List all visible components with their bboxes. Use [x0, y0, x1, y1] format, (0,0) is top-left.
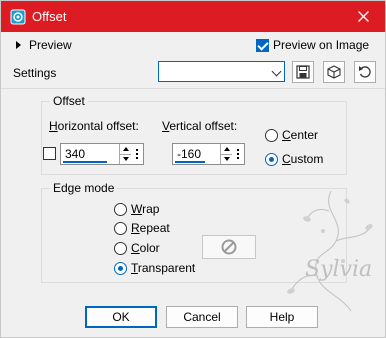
radio-selected-icon[interactable] [265, 152, 278, 166]
settings-combo[interactable] [158, 61, 285, 82]
offset-dialog: Offset Preview Preview on Image Settings [0, 0, 386, 338]
link-offsets-checkbox[interactable] [43, 147, 56, 160]
edge-mode-wrap-radio[interactable]: Wrap [114, 202, 159, 216]
arrow-down-icon [223, 157, 230, 162]
wrap-label: Wrap [131, 202, 160, 216]
manage-presets-button[interactable] [323, 61, 345, 83]
preview-on-image-checkbox[interactable]: Preview on Image [256, 37, 369, 53]
radio-unselected-icon[interactable] [114, 202, 127, 216]
vertical-offset-label: Vertical offset: [162, 119, 238, 133]
radio-unselected-icon[interactable] [265, 128, 278, 142]
close-button[interactable] [341, 1, 385, 32]
window-title: Offset [32, 9, 67, 24]
cube-icon [327, 65, 341, 79]
horizontal-offset-arrows[interactable] [119, 144, 131, 164]
edge-color-swatch[interactable] [202, 235, 256, 259]
save-preset-button[interactable] [292, 61, 314, 83]
floppy-disk-icon [296, 65, 310, 79]
horizontal-offset-slider-button[interactable] [132, 144, 142, 164]
title-bar[interactable]: Offset [1, 1, 385, 32]
checkbox-checked-icon[interactable] [256, 38, 269, 52]
edge-mode-repeat-radio[interactable]: Repeat [114, 221, 170, 235]
custom-radio[interactable]: Custom [265, 152, 323, 166]
chevron-down-icon [271, 66, 282, 77]
radio-selected-icon[interactable] [114, 261, 127, 275]
radio-unselected-icon[interactable] [114, 221, 127, 235]
decrement-button[interactable] [221, 153, 232, 165]
transparent-label: Transparent [131, 261, 196, 275]
input-focus-underline [63, 161, 107, 163]
reset-arrow-icon [359, 66, 371, 78]
horizontal-offset-label: Horizontal offset: [49, 119, 139, 133]
edge-mode-color-radio[interactable]: Color [114, 241, 160, 255]
increment-button[interactable] [221, 144, 232, 154]
settings-label: Settings [13, 66, 57, 80]
vertical-offset-arrows[interactable] [220, 144, 232, 164]
watermark-text: Sylvia [305, 257, 372, 282]
prohibited-icon [221, 239, 237, 255]
horizontal-offset-input[interactable] [63, 146, 107, 162]
offset-group-label: Offset [50, 94, 88, 108]
edge-mode-group-label: Edge mode [50, 181, 118, 195]
preview-on-image-label: Preview on Image [273, 38, 370, 52]
preview-toggle[interactable]: Preview [16, 37, 72, 53]
edge-mode-transparent-radio[interactable]: Transparent [114, 261, 195, 275]
custom-radio-label: Custom [282, 152, 324, 166]
center-radio[interactable]: Center [265, 128, 318, 142]
arrow-up-icon [223, 146, 230, 151]
ok-button[interactable]: OK [85, 306, 157, 328]
radio-unselected-icon[interactable] [114, 241, 127, 255]
vertical-offset-spinner[interactable] [172, 143, 245, 165]
separator [1, 88, 385, 89]
center-radio-label: Center [282, 128, 319, 142]
repeat-label: Repeat [131, 221, 170, 235]
decrement-button[interactable] [120, 153, 131, 165]
close-icon [357, 11, 369, 22]
cancel-button[interactable]: Cancel [166, 306, 238, 328]
expand-triangle-icon [16, 41, 21, 49]
arrow-up-icon [122, 146, 129, 151]
vertical-offset-input[interactable] [175, 146, 215, 162]
vertical-offset-slider-button[interactable] [233, 144, 243, 164]
app-icon [10, 9, 26, 25]
preview-label: Preview [29, 38, 72, 52]
horizontal-offset-spinner[interactable] [60, 143, 144, 165]
color-label: Color [131, 241, 160, 255]
watermark-flourish-image: Sylvia [287, 190, 373, 312]
input-focus-underline [175, 161, 205, 163]
arrow-down-icon [122, 157, 129, 162]
reset-button[interactable] [354, 61, 376, 83]
increment-button[interactable] [120, 144, 131, 154]
help-button[interactable]: Help [246, 306, 318, 328]
